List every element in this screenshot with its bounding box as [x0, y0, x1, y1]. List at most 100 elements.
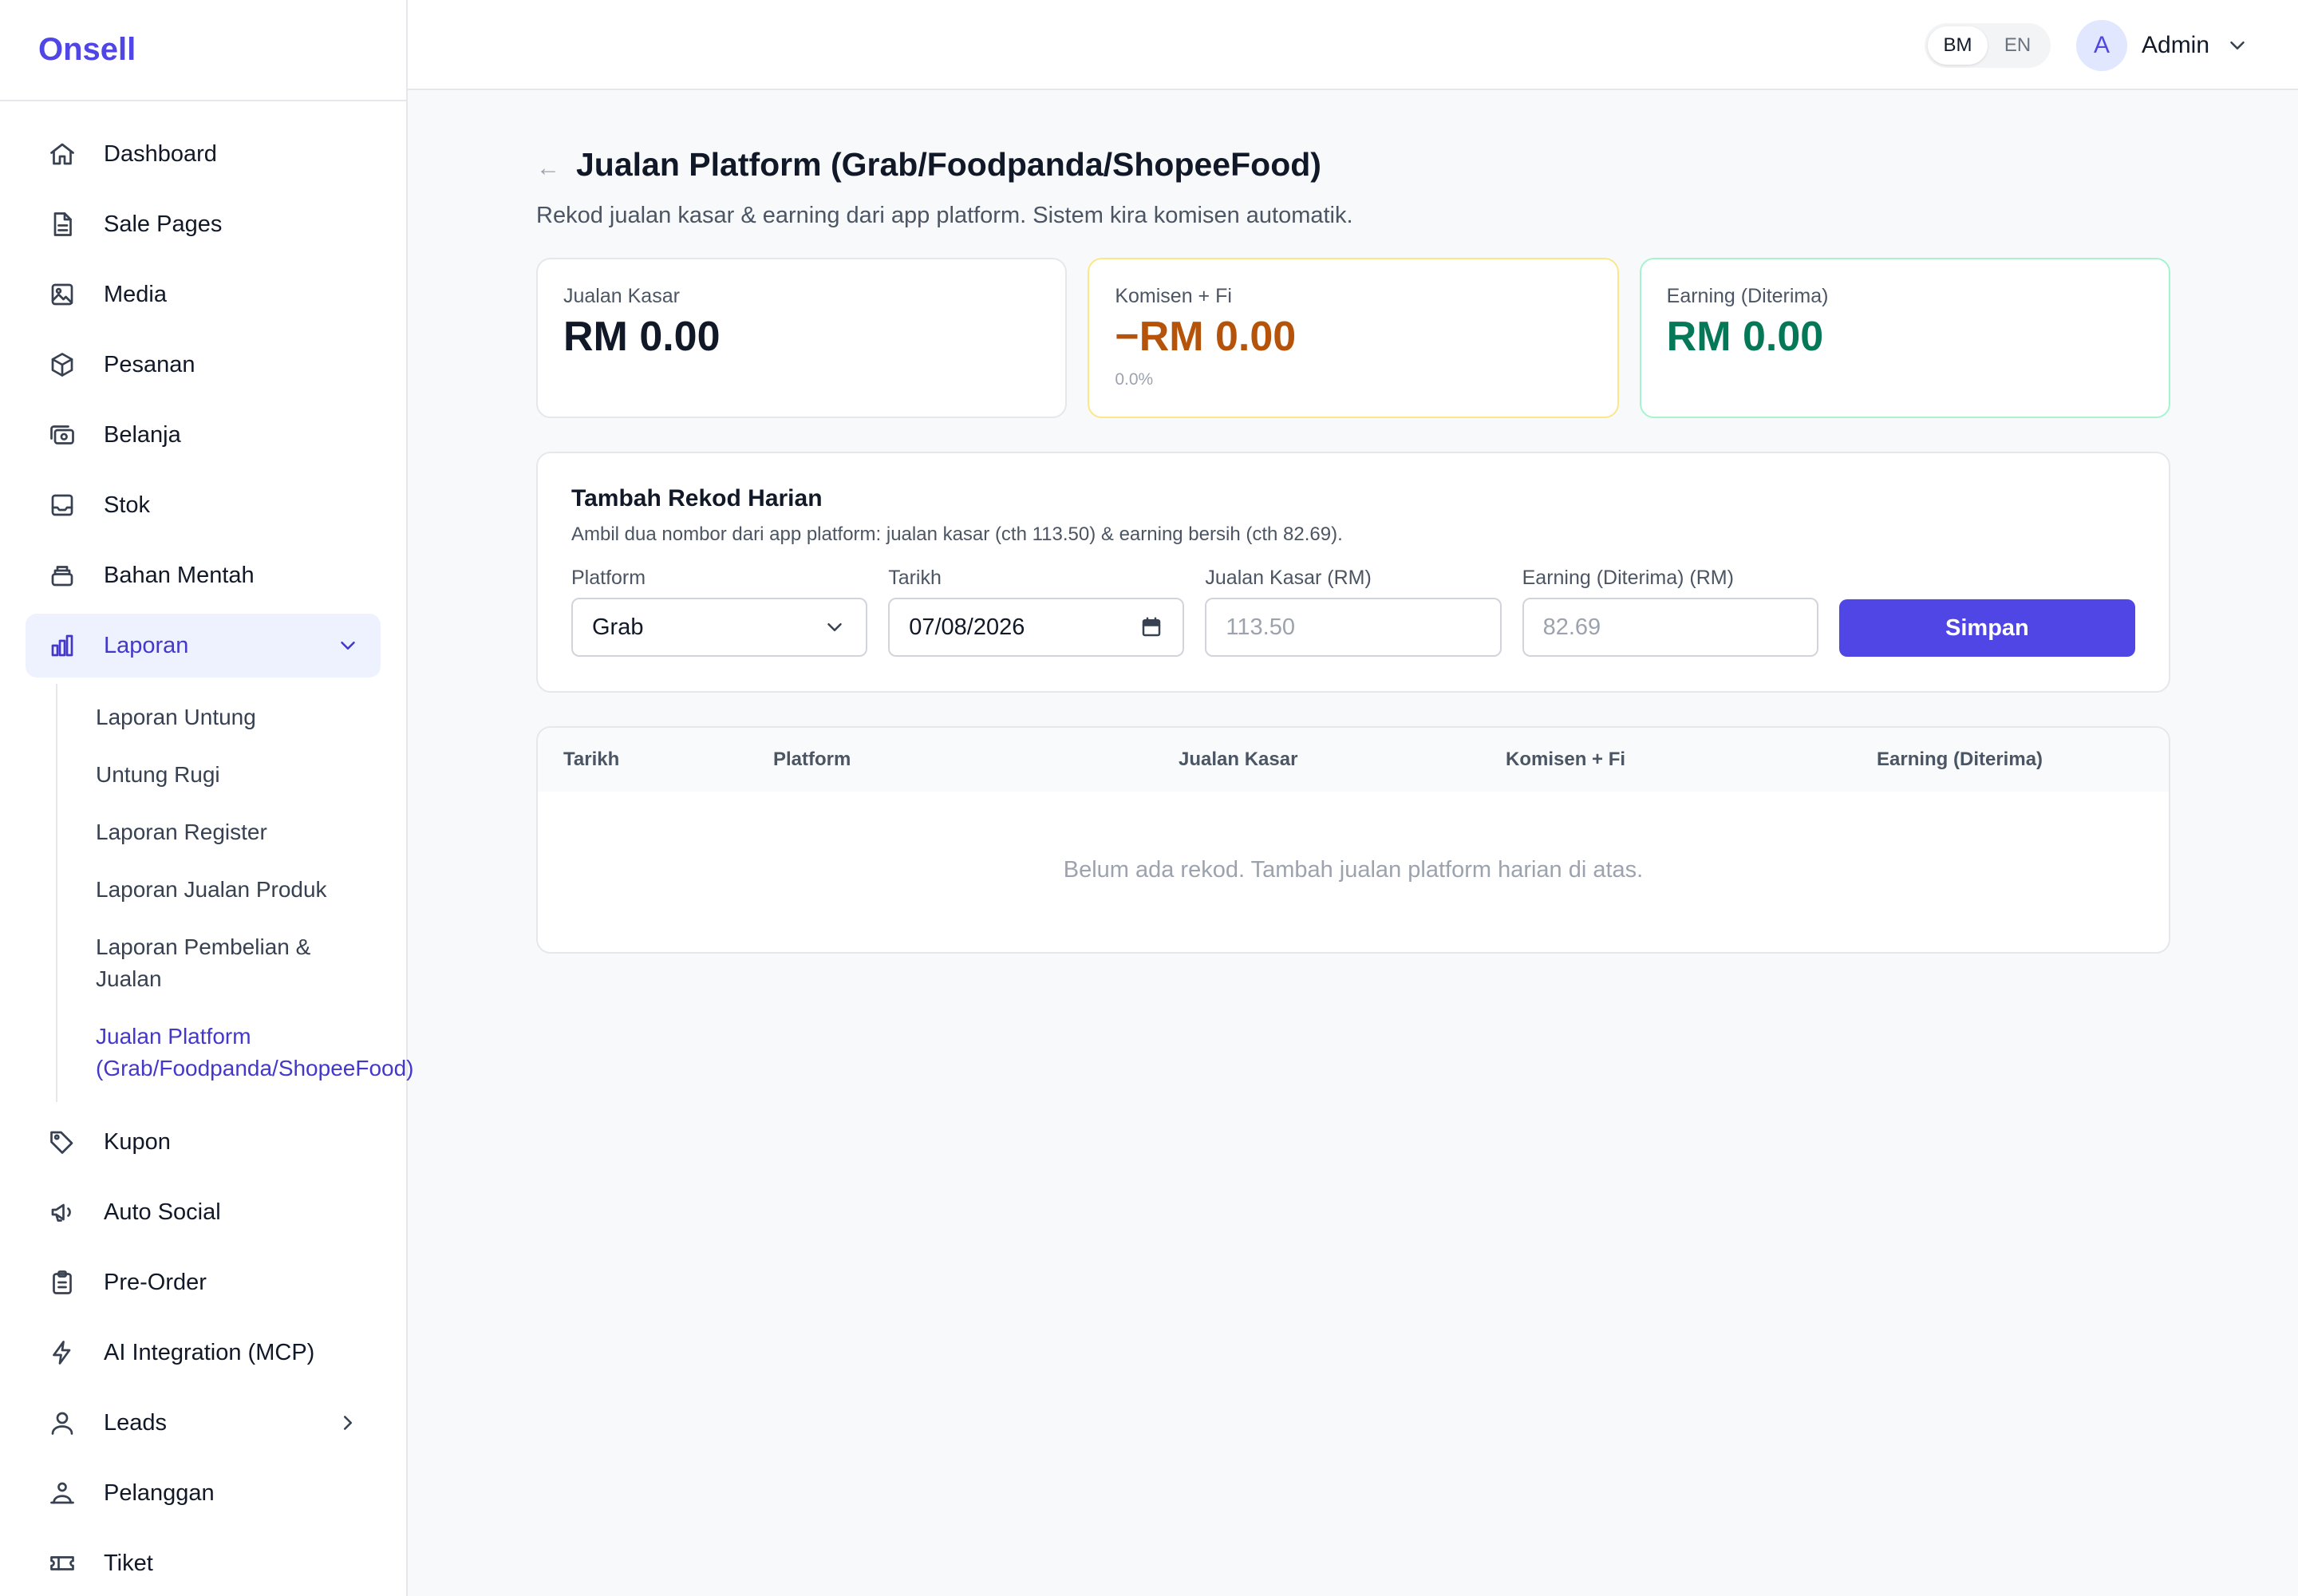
topbar: BM EN A Admin: [408, 0, 2298, 90]
calendar-icon[interactable]: [1139, 615, 1163, 639]
bar-chart-icon: [46, 630, 78, 662]
card-label: Komisen + Fi: [1115, 285, 1232, 307]
sidebar-item-label: Pre-Order: [104, 1269, 207, 1295]
inbox-icon: [46, 489, 78, 521]
column-header-earning[interactable]: Earning (Diterima): [1877, 749, 2043, 771]
earning-placeholder: 82.69: [1542, 614, 1601, 640]
summary-card-earning: Earning (Diterima) RM 0.00: [1639, 258, 2170, 418]
sidebar-item-label: Belanja: [104, 421, 181, 448]
sidebar-item-pesanan[interactable]: Pesanan: [26, 333, 381, 397]
date-input[interactable]: 07/08/2026: [888, 598, 1185, 657]
card-label: Jualan Kasar: [563, 285, 680, 307]
summary-card-gross: Jualan Kasar RM 0.00: [536, 258, 1068, 418]
bolt-icon: [46, 1337, 78, 1369]
sidebar-nav: Dashboard Sale Pages Media Pesanan Belan…: [0, 101, 414, 1595]
avatar: A: [2076, 20, 2127, 71]
sidebar-item-label: Auto Social: [104, 1199, 221, 1225]
add-record-form: Tambah Rekod Harian Ambil dua nombor dar…: [536, 452, 2170, 693]
sidebar-item-bahan-mentah[interactable]: Bahan Mentah: [26, 543, 381, 607]
box-icon: [46, 349, 78, 381]
image-icon: [46, 279, 78, 310]
form-description: Ambil dua nombor dari app platform: jual…: [571, 523, 1343, 545]
tag-icon: [46, 1126, 78, 1158]
sidebar-item-label: Pesanan: [104, 351, 195, 377]
user-menu[interactable]: A Admin: [2076, 20, 2249, 71]
sidebar-item-stok[interactable]: Stok: [26, 473, 381, 537]
user-icon: [46, 1407, 78, 1439]
subnav-item-laporan-pembelian-jualan[interactable]: Laporan Pembelian & Jualan: [96, 918, 359, 1008]
date-value: 07/08/2026: [909, 614, 1025, 640]
sidebar-item-media[interactable]: Media: [26, 263, 381, 326]
user-name: Admin: [2142, 32, 2210, 58]
stack-icon: [46, 559, 78, 591]
ticket-icon: [46, 1547, 78, 1579]
sidebar-item-label: Pelanggan: [104, 1479, 215, 1506]
sidebar-item-label: Media: [104, 281, 167, 307]
records-table: Tarikh Platform Jualan Kasar Komisen + F…: [536, 726, 2170, 954]
gross-field: Jualan Kasar (RM) 113.50: [1205, 567, 1502, 657]
platform-field: Platform Grab: [571, 567, 868, 657]
summary-cards: Jualan Kasar RM 0.00 Komisen + Fi −RM 0.…: [536, 258, 2170, 418]
card-value: RM 0.00: [1666, 314, 1824, 360]
lang-option-bm[interactable]: BM: [1928, 26, 1988, 65]
clipboard-icon: [46, 1266, 78, 1298]
gross-placeholder: 113.50: [1226, 614, 1295, 640]
lang-option-en[interactable]: EN: [1988, 26, 2047, 65]
chevron-down-icon: [2230, 41, 2245, 49]
sidebar-item-label: Leads: [104, 1409, 168, 1436]
subnav-item-jualan-platform[interactable]: Jualan Platform (Grab/Foodpanda/ShopeeFo…: [96, 1008, 431, 1097]
sidebar-item-label: Tiket: [104, 1550, 153, 1576]
sidebar-item-auto-social[interactable]: Auto Social: [26, 1180, 381, 1244]
summary-card-commission: Komisen + Fi −RM 0.00 0.0%: [1088, 258, 1619, 418]
subnav-item-laporan-jualan-produk[interactable]: Laporan Jualan Produk: [96, 861, 381, 918]
back-arrow-icon[interactable]: ←: [536, 155, 560, 182]
field-label: Tarikh: [888, 567, 942, 589]
column-header-tarikh[interactable]: Tarikh: [563, 749, 619, 771]
subnav-item-laporan-register[interactable]: Laporan Register: [96, 804, 381, 861]
subnav-item-untung-rugi[interactable]: Untung Rugi: [96, 746, 381, 804]
date-field: Tarikh 07/08/2026: [888, 567, 1185, 657]
platform-select[interactable]: Grab: [571, 598, 868, 657]
card-value: RM 0.00: [563, 314, 721, 360]
subnav-item-laporan-untung[interactable]: Laporan Untung: [96, 689, 381, 746]
sidebar-item-laporan[interactable]: Laporan: [26, 614, 381, 678]
sidebar-item-label: Sale Pages: [104, 211, 223, 237]
sidebar-item-sale-pages[interactable]: Sale Pages: [26, 192, 381, 256]
document-icon: [46, 208, 78, 240]
chevron-right-icon[interactable]: [336, 1411, 360, 1435]
sidebar-item-belanja[interactable]: Belanja: [26, 403, 381, 467]
gross-input[interactable]: 113.50: [1205, 598, 1502, 657]
laporan-subnav: Laporan Untung Untung Rugi Laporan Regis…: [56, 684, 414, 1102]
language-switcher: BM EN: [1925, 23, 2051, 68]
sidebar-item-ai-integration[interactable]: AI Integration (MCP): [26, 1321, 381, 1385]
form-title: Tambah Rekod Harian: [571, 485, 823, 512]
sidebar-item-tiket[interactable]: Tiket: [26, 1531, 381, 1595]
users-icon: [46, 1477, 78, 1509]
sidebar-item-label: Dashboard: [104, 140, 217, 167]
card-value: −RM 0.00: [1115, 314, 1297, 360]
sidebar-item-label: Laporan: [104, 632, 189, 658]
page-title: Jualan Platform (Grab/Foodpanda/ShopeeFo…: [576, 145, 1321, 183]
column-header-platform[interactable]: Platform: [773, 749, 851, 771]
field-label: Jualan Kasar (RM): [1205, 567, 1372, 589]
sidebar-item-pre-order[interactable]: Pre-Order: [26, 1250, 381, 1314]
column-header-jualan-kasar[interactable]: Jualan Kasar: [1179, 749, 1297, 771]
main-content: ← Jualan Platform (Grab/Foodpanda/Shopee…: [536, 144, 2170, 954]
sidebar-item-label: Bahan Mentah: [104, 562, 255, 588]
form-row: Platform Grab Tarikh 07/08/2026 Jualan K…: [571, 567, 2136, 657]
earning-input[interactable]: 82.69: [1522, 598, 1818, 657]
home-icon: [46, 138, 78, 170]
brand-logo[interactable]: Onsell: [0, 0, 406, 101]
sidebar-item-pelanggan[interactable]: Pelanggan: [26, 1461, 381, 1525]
chevron-down-icon[interactable]: [336, 634, 360, 658]
page-subtitle: Rekod jualan kasar & earning dari app pl…: [536, 203, 1353, 228]
megaphone-icon: [46, 1196, 78, 1228]
sidebar-item-label: AI Integration (MCP): [104, 1339, 315, 1365]
sidebar-item-dashboard[interactable]: Dashboard: [26, 122, 381, 186]
sidebar-item-kupon[interactable]: Kupon: [26, 1110, 381, 1174]
save-button[interactable]: Simpan: [1838, 599, 2136, 657]
page-header: ← Jualan Platform (Grab/Foodpanda/Shopee…: [536, 144, 2170, 185]
sidebar-item-leads[interactable]: Leads: [26, 1391, 381, 1455]
column-header-komisen[interactable]: Komisen + Fi: [1506, 749, 1625, 771]
sidebar: Onsell Dashboard Sale Pages Media Pesana…: [0, 0, 414, 1596]
